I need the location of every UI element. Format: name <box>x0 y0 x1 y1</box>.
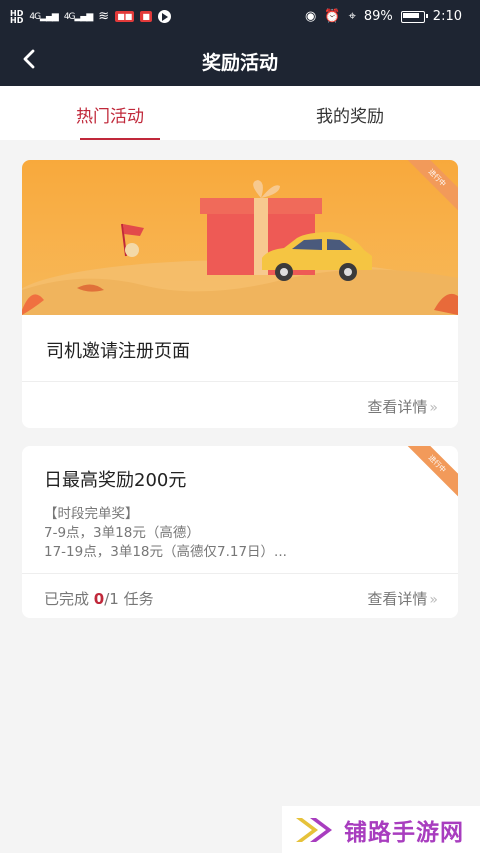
tab-bar: 热门活动 我的奖励 <box>0 86 480 140</box>
card-divider <box>22 381 458 382</box>
watermark: 铺路手游网 <box>282 806 480 853</box>
card-title: 司机邀请注册页面 <box>46 341 190 362</box>
progress-prefix: 已完成 <box>44 590 94 608</box>
hd-indicator: HD HD <box>10 8 24 25</box>
card-title: 日最高奖励200元 <box>44 470 187 491</box>
active-tab-indicator <box>80 138 160 140</box>
reward-description-line: 7-9点，3单18元（高德） <box>44 525 200 541</box>
progress-done-count: 0 <box>93 590 105 608</box>
gift-car-banner-image <box>22 160 458 315</box>
location-icon: ⌖ <box>348 9 356 24</box>
page-title: 奖励活动 <box>201 52 278 74</box>
tab-my-rewards[interactable]: 我的奖励 <box>316 102 384 127</box>
watermark-text: 铺路手游网 <box>344 819 464 846</box>
double-chevron-right-icon: » <box>429 400 438 416</box>
eye-icon: ◉ <box>305 9 317 24</box>
app-notification-icon: ■■ <box>115 11 135 22</box>
view-details-link[interactable]: 查看详情» <box>367 588 438 609</box>
signal-icon: 4G▂▄▆ <box>29 11 58 22</box>
progress-total: /1 任务 <box>104 590 154 608</box>
activity-card-daily-reward[interactable]: 进行中 日最高奖励200元 【时段完单奖】 7-9点，3单18元（高德） 17-… <box>22 446 458 618</box>
app-notification-icon-2: ■ <box>140 11 152 22</box>
view-details-label: 查看详情 <box>367 590 428 608</box>
nav-bar: 奖励活动 <box>0 34 480 86</box>
play-icon <box>157 10 171 23</box>
wifi-icon: ≋ <box>98 9 110 24</box>
reward-description-line: 17-19点，3单18元（高德仅7.17日）... <box>44 544 287 560</box>
clock: 2:10 <box>432 9 462 24</box>
reward-description-line: 【时段完单奖】 <box>44 506 139 522</box>
card-divider <box>22 573 458 574</box>
watermark-logo-icon <box>296 817 332 842</box>
tab-hot-activities[interactable]: 热门活动 <box>76 102 144 127</box>
battery-percent: 89% <box>363 9 393 24</box>
double-chevron-right-icon: » <box>429 592 438 608</box>
status-left: HD HD 4G▂▄▆ 4G▂▄▆ ≋ ■■ ■ <box>10 9 171 24</box>
alarm-icon: ⏰ <box>324 9 341 24</box>
activity-card-invite[interactable]: 进行中 司机邀请注册页面 查看详情» <box>22 160 458 428</box>
view-details-link[interactable]: 查看详情» <box>367 396 438 417</box>
battery-icon <box>400 10 428 23</box>
view-details-label: 查看详情 <box>367 398 428 416</box>
task-progress: 已完成 0/1 任务 <box>44 588 154 609</box>
status-right: ◉ ⏰ ⌖ 89% 2:10 <box>305 9 462 24</box>
in-progress-ribbon: 进行中 <box>399 446 458 502</box>
status-bar: HD HD 4G▂▄▆ 4G▂▄▆ ≋ ■■ ■ ◉ ⏰ ⌖ 89% 2:10 <box>0 0 480 34</box>
signal-icon-2: 4G▂▄▆ <box>63 11 93 22</box>
